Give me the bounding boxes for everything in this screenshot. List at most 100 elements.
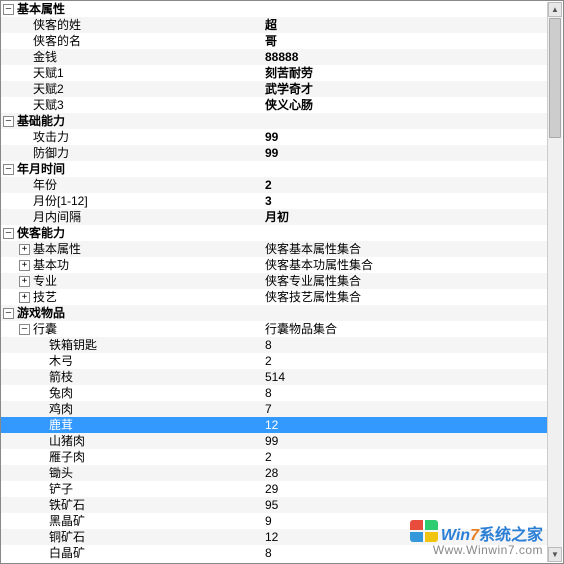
tree-row-value: 514 bbox=[265, 369, 285, 385]
tree-row-label: 行囊 bbox=[33, 321, 57, 337]
tree-row[interactable]: 铁箱钥匙 8 bbox=[1, 337, 549, 353]
tree-row[interactable]: 箭枝 514 bbox=[1, 369, 549, 385]
tree-row-value: 3 bbox=[265, 193, 272, 209]
expand-icon[interactable]: + bbox=[19, 276, 30, 287]
tree-row[interactable]: –游戏物品 bbox=[1, 305, 549, 321]
collapse-icon[interactable]: – bbox=[3, 164, 14, 175]
tree-row[interactable]: 月内间隔 月初 bbox=[1, 209, 549, 225]
tree-row-value: 12 bbox=[265, 417, 278, 433]
tree-row-label: 鸡肉 bbox=[49, 401, 73, 417]
tree-row-label: 防御力 bbox=[33, 145, 69, 161]
tree-row-label: 侠客的姓 bbox=[33, 17, 81, 33]
tree-row-value: 侠客基本属性集合 bbox=[265, 241, 361, 257]
collapse-icon[interactable]: – bbox=[3, 228, 14, 239]
tree-row-selected[interactable]: 鹿茸12 bbox=[1, 417, 549, 433]
tree-row-label: 月内间隔 bbox=[33, 209, 81, 225]
tree-row[interactable]: 铁矿石95 bbox=[1, 497, 549, 513]
tree-row-label: 白晶矿 bbox=[49, 545, 85, 561]
tree-row[interactable]: 黑晶矿9 bbox=[1, 513, 549, 529]
tree-row-label: 侠客的名 bbox=[33, 33, 81, 49]
tree-row[interactable]: 天赋3侠义心肠 bbox=[1, 97, 549, 113]
collapse-icon[interactable]: – bbox=[19, 324, 30, 335]
scroll-up-button[interactable]: ▲ bbox=[548, 2, 562, 17]
tree-row[interactable]: 侠客的姓 超 bbox=[1, 17, 549, 33]
expand-icon[interactable]: + bbox=[19, 292, 30, 303]
tree-row-value: 侠客技艺属性集合 bbox=[265, 289, 361, 305]
tree-row[interactable]: 鸡肉 7 bbox=[1, 401, 549, 417]
tree-row-value: 9 bbox=[265, 513, 272, 529]
tree-row[interactable]: 山猪肉99 bbox=[1, 433, 549, 449]
tree-row-value: 99 bbox=[265, 145, 278, 161]
tree-row-label: 年份 bbox=[33, 177, 57, 193]
tree-row[interactable]: 攻击力 99 bbox=[1, 129, 549, 145]
tree-row-label: 年月时间 bbox=[17, 161, 65, 177]
tree-row[interactable]: 雁子肉 2 bbox=[1, 449, 549, 465]
tree-row[interactable]: +基本属性侠客基本属性集合 bbox=[1, 241, 549, 257]
tree-row-value: 7 bbox=[265, 401, 272, 417]
tree-row[interactable]: +技艺 侠客技艺属性集合 bbox=[1, 289, 549, 305]
tree-row-value: 8 bbox=[265, 337, 272, 353]
tree-row[interactable]: 兔肉8 bbox=[1, 385, 549, 401]
tree-row-label: 专业 bbox=[33, 273, 57, 289]
tree-row-label: 技艺 bbox=[33, 289, 57, 305]
vertical-scrollbar[interactable]: ▲ ▼ bbox=[547, 2, 562, 562]
tree-row[interactable]: 侠客的名 哥 bbox=[1, 33, 549, 49]
tree-row[interactable]: 锄头 28 bbox=[1, 465, 549, 481]
tree-row-label: 锄头 bbox=[49, 465, 73, 481]
tree-row-label: 游戏物品 bbox=[17, 305, 65, 321]
tree-row-value: 哥 bbox=[265, 33, 277, 49]
scroll-thumb[interactable] bbox=[549, 18, 561, 138]
tree-row[interactable]: –侠客能力 bbox=[1, 225, 549, 241]
tree-row-label: 攻击力 bbox=[33, 129, 69, 145]
tree-row[interactable]: 白晶矿 8 bbox=[1, 545, 549, 561]
tree-row-label: 基本属性 bbox=[17, 1, 65, 17]
collapse-icon[interactable]: – bbox=[3, 116, 14, 127]
tree-row[interactable]: –行囊 行囊物品集合 bbox=[1, 321, 549, 337]
tree-row[interactable]: +专业 侠客专业属性集合 bbox=[1, 273, 549, 289]
expand-icon[interactable]: + bbox=[19, 260, 30, 271]
tree-row[interactable]: 防御力 99 bbox=[1, 145, 549, 161]
tree-row[interactable]: –年月时间 bbox=[1, 161, 549, 177]
tree-row-value: 28 bbox=[265, 465, 278, 481]
scroll-down-button[interactable]: ▼ bbox=[548, 547, 562, 562]
tree-row-label: 箭枝 bbox=[49, 369, 73, 385]
tree-row-value: 2 bbox=[265, 353, 272, 369]
tree-row-label: 铲子 bbox=[49, 481, 73, 497]
tree-row-value: 侠客基本功属性集合 bbox=[265, 257, 373, 273]
tree-row-label: 雁子肉 bbox=[49, 449, 85, 465]
tree-row[interactable]: +基本功侠客基本功属性集合 bbox=[1, 257, 549, 273]
tree-row-label: 月份[1-12] bbox=[33, 193, 88, 209]
tree-row-value: 行囊物品集合 bbox=[265, 321, 337, 337]
tree-row-value: 99 bbox=[265, 129, 278, 145]
tree-row-value: 月初 bbox=[265, 209, 289, 225]
tree-row-label: 基础能力 bbox=[17, 113, 65, 129]
tree-row-value: 侠义心肠 bbox=[265, 97, 313, 113]
tree-row-label: 铜矿石 bbox=[49, 529, 85, 545]
tree-row-label: 木弓 bbox=[49, 353, 73, 369]
tree-row[interactable]: 天赋1刻苦耐劳 bbox=[1, 65, 549, 81]
tree-row[interactable]: 铲子29 bbox=[1, 481, 549, 497]
tree-row-value: 武学奇才 bbox=[265, 81, 313, 97]
tree-row[interactable]: 月份[1-12] 3 bbox=[1, 193, 549, 209]
tree-row-label: 铁矿石 bbox=[49, 497, 85, 513]
expand-icon[interactable]: + bbox=[19, 244, 30, 255]
collapse-icon[interactable]: – bbox=[3, 4, 14, 15]
tree-row-label: 铁箱钥匙 bbox=[49, 337, 97, 353]
tree-row-value: 侠客专业属性集合 bbox=[265, 273, 361, 289]
tree-row-value: 2 bbox=[265, 177, 272, 193]
tree-row-value: 8 bbox=[265, 545, 272, 561]
tree-row-label: 侠客能力 bbox=[17, 225, 65, 241]
tree-row-value: 2 bbox=[265, 449, 272, 465]
tree-row[interactable]: 木弓 2 bbox=[1, 353, 549, 369]
tree-row-value: 8 bbox=[265, 385, 272, 401]
tree-row[interactable]: –基础能力 bbox=[1, 113, 549, 129]
tree-row-label: 天赋2 bbox=[33, 81, 64, 97]
tree-row[interactable]: –基本属性 bbox=[1, 1, 549, 17]
tree-row[interactable]: 铜矿石12 bbox=[1, 529, 549, 545]
property-tree[interactable]: –基本属性侠客的姓超侠客的名哥金钱88888天赋1刻苦耐劳天赋2武学奇才天赋3侠… bbox=[1, 1, 549, 563]
tree-row[interactable]: 年份 2 bbox=[1, 177, 549, 193]
collapse-icon[interactable]: – bbox=[3, 308, 14, 319]
tree-row[interactable]: 金钱88888 bbox=[1, 49, 549, 65]
tree-row[interactable]: 天赋2 武学奇才 bbox=[1, 81, 549, 97]
tree-row-value: 超 bbox=[265, 17, 277, 33]
